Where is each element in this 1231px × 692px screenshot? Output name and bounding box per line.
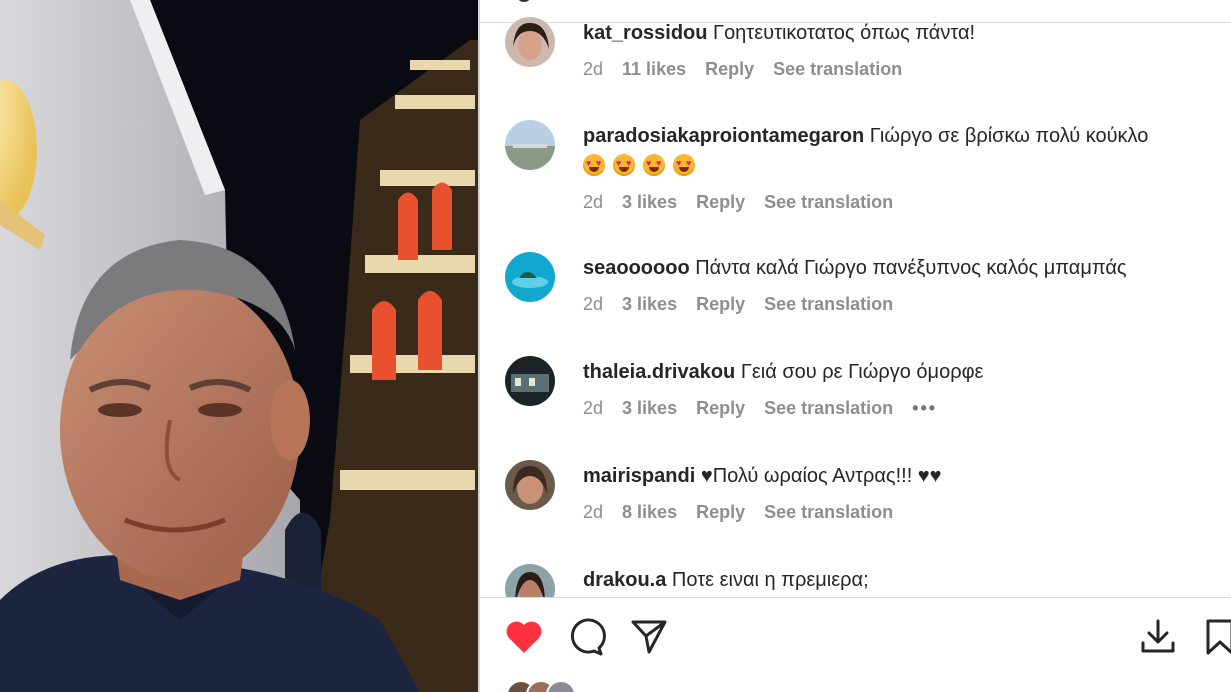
- comment-likes[interactable]: 3 likes: [622, 398, 677, 419]
- post-photo: [0, 0, 478, 692]
- comment-username[interactable]: thaleia.drivakou: [583, 361, 735, 383]
- comment-meta: 2d 3 likes Reply See translation: [583, 294, 912, 315]
- see-translation-button[interactable]: See translation: [764, 294, 893, 315]
- avatar[interactable]: [505, 17, 555, 67]
- reply-button[interactable]: Reply: [705, 59, 754, 80]
- comment-time[interactable]: 2d: [583, 192, 603, 213]
- see-translation-button[interactable]: See translation: [773, 59, 902, 80]
- reply-button[interactable]: Reply: [696, 502, 745, 523]
- comment-time[interactable]: 2d: [583, 59, 603, 80]
- reply-button[interactable]: Reply: [696, 294, 745, 315]
- comment-meta: 2d 3 likes Reply See translation •••: [583, 398, 956, 419]
- comment-text: ♥Πολύ ωραίος Αντρας!!! ♥♥: [700, 465, 942, 487]
- comment-likes[interactable]: 3 likes: [622, 294, 677, 315]
- comments-panel: kat_rossidou Γοητευτικοτατος όπως πάντα!…: [480, 0, 1231, 692]
- comment-time[interactable]: 2d: [583, 398, 603, 419]
- avatar[interactable]: [505, 460, 555, 510]
- comment-username[interactable]: mairispandi: [583, 465, 695, 487]
- comment-time[interactable]: 2d: [583, 294, 603, 315]
- heart-eyes-emoji: ♥ ♥: [613, 153, 635, 176]
- avatar: [516, 0, 532, 2]
- comment-likes[interactable]: 3 likes: [622, 192, 677, 213]
- post-image: [0, 0, 478, 692]
- heart-eyes-emoji: ♥ ♥: [673, 153, 695, 176]
- comment-meta: 2d 3 likes Reply See translation: [583, 192, 912, 213]
- comment-username[interactable]: kat_rossidou: [583, 22, 707, 44]
- comment-username[interactable]: drakou.a: [583, 569, 666, 591]
- comment-username[interactable]: paradosiakaproiontamegaron: [583, 125, 864, 147]
- comment-text: Γιώργο σε βρίσκω πολύ κούκλο: [869, 125, 1149, 147]
- reply-button[interactable]: Reply: [696, 398, 745, 419]
- see-translation-button[interactable]: See translation: [764, 398, 893, 419]
- more-options-button[interactable]: •••: [912, 398, 937, 419]
- see-translation-button[interactable]: See translation: [764, 192, 893, 213]
- emoji-row: ♥ ♥ ♥ ♥ ♥ ♥ ♥ ♥: [583, 150, 1203, 178]
- reply-button[interactable]: Reply: [696, 192, 745, 213]
- bookmark-icon[interactable]: [1200, 617, 1231, 657]
- comment-text: Ποτε ειναι η πρεμιερα;: [671, 569, 869, 591]
- avatar[interactable]: [505, 252, 555, 302]
- download-icon[interactable]: [1138, 617, 1178, 657]
- comment-meta: 2d 11 likes Reply See translation: [583, 59, 921, 80]
- comment-likes[interactable]: 11 likes: [622, 59, 686, 80]
- heart-eyes-emoji: ♥ ♥: [583, 153, 605, 176]
- heart-eyes-emoji: ♥ ♥: [643, 153, 665, 176]
- heart-filled-icon[interactable]: [504, 617, 544, 657]
- comment-username[interactable]: seaoooooo: [583, 257, 690, 279]
- avatar[interactable]: [505, 120, 555, 170]
- send-icon[interactable]: [629, 617, 669, 657]
- divider: [480, 597, 1231, 598]
- comment-text: Γειά σου ρε Γιώργο όμορφε: [740, 361, 984, 383]
- avatar[interactable]: [505, 356, 555, 406]
- comment-text: Γοητευτικοτατος όπως πάντα!: [713, 22, 976, 44]
- comment-likes[interactable]: 8 likes: [622, 502, 677, 523]
- comment-icon[interactable]: [566, 617, 606, 657]
- comment-text: Πάντα καλά Γιώργο πανέξυπνος καλός μπαμπ…: [695, 257, 1127, 279]
- see-translation-button[interactable]: See translation: [764, 502, 893, 523]
- comment-time[interactable]: 2d: [583, 502, 603, 523]
- comment-meta: 2d 8 likes Reply See translation: [583, 502, 912, 523]
